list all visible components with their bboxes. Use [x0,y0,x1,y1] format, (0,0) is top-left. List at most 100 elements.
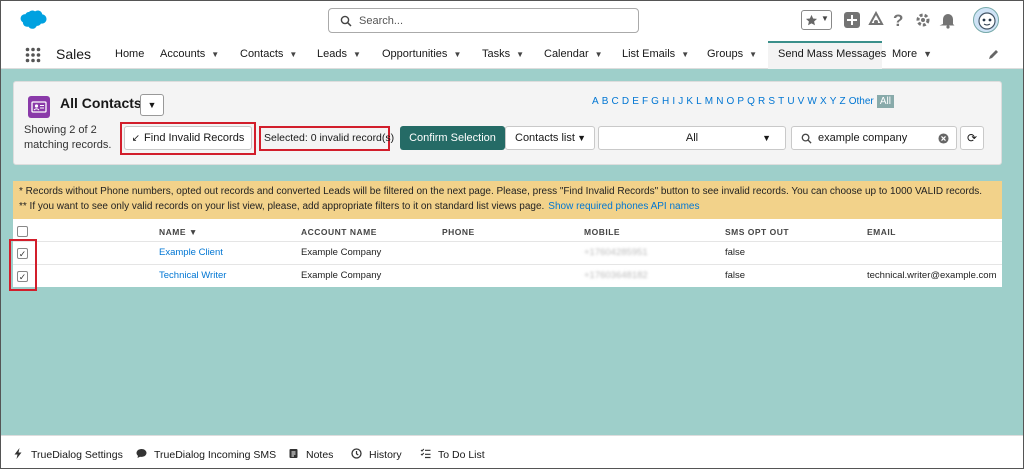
chevron-down-icon[interactable]: ▼ [516,50,524,59]
trailhead-icon[interactable] [867,11,885,29]
alpha-filter-letter[interactable]: E [632,96,639,107]
nav-item-tasks[interactable]: Tasks ▼ [482,48,524,60]
alpha-filter-letter[interactable]: H [662,96,669,107]
confirm-selection-button[interactable]: Confirm Selection [400,126,505,150]
alpha-filter-letter[interactable]: K [686,96,693,107]
alpha-filter-letter[interactable]: N [716,96,723,107]
select-all-checkbox[interactable] [17,226,28,237]
alpha-filter-letter[interactable]: G [651,96,659,107]
alpha-filter-letter[interactable]: J [678,96,683,107]
nav-item-label: More [892,48,918,60]
setup-gear-icon[interactable] [914,11,932,29]
alpha-filter-letter[interactable]: Y [830,96,837,107]
column-header-name[interactable]: NAME ▼ [159,227,198,237]
alpha-filter-letter[interactable]: Z [840,96,846,107]
nav-item-opportunities[interactable]: Opportunities ▼ [382,48,461,60]
salesforce-logo-icon[interactable] [16,9,48,31]
edit-nav-pencil-icon[interactable] [988,48,1000,60]
list-view-picker-button[interactable]: ▼ [140,94,164,116]
user-avatar[interactable] [973,7,999,33]
utility-item-truedialog-settings[interactable]: TrueDialog Settings [13,448,123,461]
alpha-filter-letter[interactable]: P [737,96,744,107]
column-header-mobile[interactable]: MOBILE [584,227,620,237]
favorites-button[interactable]: ▼ [801,10,832,30]
help-icon[interactable]: ? [893,11,911,30]
chevron-down-icon[interactable]: ▼ [923,49,932,59]
alpha-filter-letter[interactable]: M [705,96,713,107]
nav-item-calendar[interactable]: Calendar ▼ [544,48,603,60]
alpha-filter-letter[interactable]: T [778,96,784,107]
refresh-button[interactable]: ⟳ [960,126,984,150]
record-count: Showing 2 of 2 matching records. [24,123,111,153]
chevron-down-icon[interactable]: ▼ [353,50,361,59]
alpha-filter-letter[interactable]: R [758,96,765,107]
alpha-filter-other[interactable]: Other [849,96,874,107]
view-filter-select[interactable]: All ▼ [598,126,786,150]
list-type-value: Contacts list [515,132,575,144]
alpha-filter-letter[interactable]: B [602,96,609,107]
utility-item-truedialog-incoming-sms[interactable]: TrueDialog Incoming SMS [136,448,276,461]
list-type-select[interactable]: Contacts list ▼ [505,126,595,150]
chevron-down-icon: ▼ [147,100,157,110]
chevron-down-icon: ▼ [762,133,771,143]
utility-item-to-do-list[interactable]: To Do List [420,448,485,461]
utility-item-history[interactable]: History [351,448,402,461]
nav-item-leads[interactable]: Leads ▼ [317,48,361,60]
alpha-filter-letter[interactable]: O [727,96,735,107]
alpha-filter-letter[interactable]: F [642,96,648,107]
chevron-down-icon[interactable]: ▼ [211,50,219,59]
account-name-cell: Example Company [301,270,382,281]
nav-item-groups[interactable]: Groups ▼ [707,48,757,60]
chevron-down-icon[interactable]: ▼ [749,50,757,59]
nav-item-home[interactable]: Home [115,48,144,60]
alpha-filter-letter[interactable]: I [672,96,675,107]
app-window: Search... ▼ ? Sales Home Accounts ▼ Conta… [0,0,1024,469]
alpha-filter-letter[interactable]: X [820,96,827,107]
global-search-input[interactable]: Search... [328,8,639,33]
notifications-bell-icon[interactable] [939,11,957,29]
chevron-down-icon[interactable]: ▼ [453,50,461,59]
column-header-sms-opt-out[interactable]: SMS OPT OUT [725,227,789,237]
nav-item-accounts[interactable]: Accounts ▼ [160,48,219,60]
nav-item-label: Home [115,48,145,60]
nav-item-contacts[interactable]: Contacts ▼ [240,48,297,60]
clear-search-icon[interactable] [938,133,949,144]
column-header-email[interactable]: EMAIL [867,227,896,237]
app-launcher-icon[interactable] [25,47,41,63]
column-header-phone[interactable]: PHONE [442,227,475,237]
refresh-icon: ⟳ [966,131,978,145]
alpha-filter-letter[interactable]: Q [747,96,755,107]
record-count-line: Showing 2 of 2 [24,124,97,136]
alpha-filter-letter[interactable]: D [622,96,629,107]
nav-item-send-mass-messages[interactable]: Send Mass Messages [778,48,886,60]
nav-item-list-emails[interactable]: List Emails ▼ [622,48,689,60]
alpha-filter-letter[interactable]: C [612,96,619,107]
alpha-filter-letter[interactable]: W [807,96,816,107]
mobile-cell: +17603648182 [584,270,648,281]
find-invalid-records-button[interactable]: ↙ Find Invalid Records [124,126,252,150]
column-header-account-name[interactable]: ACCOUNT NAME [301,227,377,237]
contact-object-icon [28,96,50,118]
chevron-down-icon[interactable]: ▼ [681,50,689,59]
view-filter-value: All [685,132,699,144]
alpha-filter-letter[interactable]: U [787,96,794,107]
find-invalid-records-label: Find Invalid Records [144,132,245,144]
utility-item-notes[interactable]: Notes [288,448,333,461]
nav-item-label: Opportunities [382,48,448,60]
alpha-filter-all[interactable]: All [876,95,894,108]
alpha-filter-letter[interactable]: A [592,96,599,107]
alpha-filter-letter[interactable]: S [768,96,775,107]
contact-name-link[interactable]: Technical Writer [159,270,226,281]
chevron-down-icon[interactable]: ▼ [821,14,829,23]
chevron-down-icon[interactable]: ▼ [289,50,297,59]
nav-item-more[interactable]: More ▼ [892,48,932,60]
add-icon[interactable] [843,11,861,29]
list-view-header: All Contacts ▼ ABCDEFGHIJKLMNOPQRSTUVWXY… [13,81,1002,165]
alpha-filter-letter[interactable]: V [798,96,805,107]
show-phones-api-names-link[interactable]: Show required phones API names [548,201,699,212]
alpha-filter-letter[interactable]: L [696,96,702,107]
contact-name-link[interactable]: Example Client [159,247,223,258]
filter-notice-banner: * Records without Phone numbers, opted o… [13,181,1002,219]
list-search-input[interactable]: example company [791,126,957,150]
chevron-down-icon[interactable]: ▼ [595,50,603,59]
